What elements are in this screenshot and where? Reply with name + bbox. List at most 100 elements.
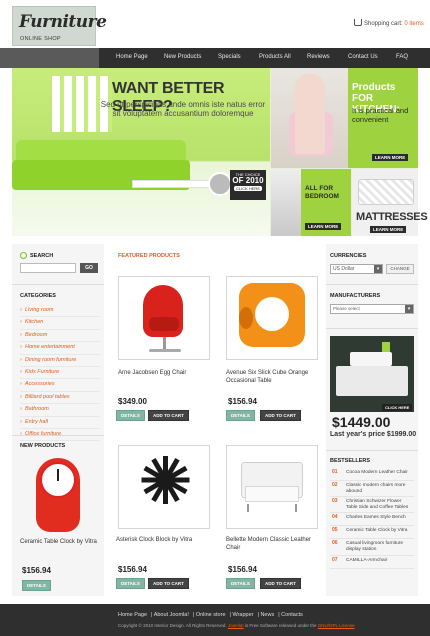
egg-chair-seat — [149, 317, 179, 331]
bestseller-name: Charles Eames Style Bench — [346, 515, 406, 521]
promo-pillow — [350, 352, 392, 366]
mattress-promo[interactable]: MATTRESSES LEARN MORE — [352, 169, 428, 236]
nav-specials[interactable]: Specials — [218, 54, 241, 60]
nav-products-all[interactable]: Products All — [259, 54, 291, 60]
product-details-button[interactable]: DETAILS — [226, 410, 255, 421]
bedroom-panel: ALL FOR BEDROOM LEARN MORE — [301, 169, 351, 236]
bestseller-item[interactable]: 07 CAMILLA-Armchair — [330, 556, 414, 569]
bestseller-name: Christian Schwizer Flower Table Side and… — [346, 499, 409, 510]
mattress-more-button[interactable]: LEARN MORE — [370, 226, 407, 233]
currencies-title: CURRENCIES — [330, 253, 367, 259]
choice-badge[interactable]: THE CHOICE OF 2010 CLICK HERE — [208, 170, 266, 200]
promo-click-button[interactable]: CLICK HERE — [382, 404, 413, 411]
footer-link[interactable]: Wrapper — [232, 612, 253, 618]
manufacturers-title: MANUFACTURERS — [330, 293, 381, 299]
product-price: $156.94 — [228, 397, 257, 406]
add-to-cart-button[interactable]: ADD TO CART — [148, 578, 189, 589]
category-item[interactable]: Living room — [20, 305, 100, 318]
bestseller-name: Cocoa Modern Leather Chair — [346, 470, 408, 475]
search-icon — [20, 252, 27, 259]
category-item[interactable]: Dining room furniture — [20, 355, 100, 368]
logo[interactable]: Furniture ONLINE SHOP — [12, 6, 107, 46]
product-image-asterisk-clock[interactable] — [118, 445, 210, 529]
product-name[interactable]: Avenue Six Slick Cube Orange Occasional … — [226, 369, 322, 385]
category-item[interactable]: Entry hall — [20, 417, 100, 430]
bestseller-item[interactable]: 04 Charles Eames Style Bench — [330, 513, 414, 527]
hero-main-image[interactable]: WANT BETTER SLEEP? Sed ut perspiciatis u… — [12, 68, 270, 236]
product-details-button[interactable]: DETAILS — [116, 410, 145, 421]
manufacturer-select[interactable]: Please select ▾ — [330, 304, 414, 314]
search-go-button[interactable]: GO — [80, 263, 98, 273]
left-sidebar: SEARCH GO CATEGORIES Living room Kitchen… — [12, 244, 104, 596]
new-product-details-button[interactable]: DETAILS — [22, 580, 51, 591]
footer-link[interactable]: News — [260, 612, 274, 618]
kitchen-more-button[interactable]: LEARN MORE — [372, 154, 409, 161]
bestseller-item[interactable]: 05 Ceramic Table Clock by Vitra — [330, 526, 414, 540]
new-product-name[interactable]: Ceramic Table Clock by Vitra — [20, 538, 104, 546]
manufacturer-selected: Please select — [333, 306, 360, 311]
featured-products: FEATURED PRODUCTS Arne Jacobsen Egg Chai… — [110, 244, 320, 596]
footer-link[interactable]: Home Page — [118, 612, 147, 618]
add-to-cart-button[interactable]: ADD TO CART — [260, 578, 301, 589]
search-title: SEARCH — [20, 252, 53, 259]
bestseller-number: 02 — [332, 482, 338, 488]
cart-count[interactable]: 0 items — [404, 21, 423, 27]
bestsellers-list: 01 Cocoa Modern Leather Chair 02 Classic m… — [330, 468, 414, 569]
nav-faq[interactable]: FAQ — [396, 54, 408, 60]
product-name[interactable]: Bellette Modern Classic Leather Chair — [226, 536, 322, 552]
search-input[interactable] — [20, 263, 76, 273]
header: Furniture ONLINE SHOP Shopping cart: 0 i… — [0, 0, 430, 48]
category-item[interactable]: Bedroom — [20, 330, 100, 343]
license-link[interactable]: GNU/GPL License — [318, 623, 355, 628]
category-item[interactable]: Home entertainment — [20, 342, 100, 355]
shopping-cart[interactable]: Shopping cart: 0 items — [354, 19, 424, 27]
bedroom-more-button[interactable]: LEARN MORE — [305, 223, 342, 230]
product-details-button[interactable]: DETAILS — [226, 578, 255, 589]
nav-contact[interactable]: Contact Us — [348, 54, 378, 60]
clock-hand — [57, 469, 59, 481]
footer-link[interactable]: Contacts — [281, 612, 303, 618]
promo-bed-image[interactable]: CLICK HERE — [330, 336, 414, 412]
new-product-image[interactable] — [22, 454, 92, 536]
category-item[interactable]: Kids Furniture — [20, 367, 100, 380]
footer-link[interactable]: Online store — [196, 612, 226, 618]
asterisk-clock-icon — [141, 456, 190, 504]
mattress-title: MATTRESSES — [356, 211, 428, 223]
bestseller-name: Classic modern chairs more abound — [346, 483, 406, 494]
main-nav: Home Page New Products Specials Products… — [0, 48, 430, 68]
promo-last-year: Last year's price $1999.00 — [330, 431, 417, 438]
nav-new-products[interactable]: New Products — [164, 54, 201, 60]
add-to-cart-button[interactable]: ADD TO CART — [148, 410, 189, 421]
bestseller-item[interactable]: 02 Classic modern chairs more abound — [330, 481, 414, 498]
product-image-cube-table[interactable] — [226, 276, 318, 360]
bestseller-item[interactable]: 03 Christian Schwizer Flower Table Side a… — [330, 497, 414, 514]
footer-link[interactable]: About Joomla! — [154, 612, 189, 618]
joomla-link[interactable]: Joomla! — [228, 623, 244, 628]
nav-home[interactable]: Home Page — [116, 54, 148, 60]
change-currency-button[interactable]: CHANGE — [386, 264, 414, 274]
cube-hole — [255, 297, 289, 331]
product-name[interactable]: Asterisk Clock Block by Vitra — [116, 536, 212, 544]
category-item[interactable]: Bathroom — [20, 404, 100, 417]
bestseller-item[interactable]: 01 Cocoa Modern Leather Chair — [330, 468, 414, 481]
product-image-egg-chair[interactable] — [118, 276, 210, 360]
nav-reviews[interactable]: Reviews — [307, 54, 330, 60]
product-image-leather-chair[interactable] — [226, 445, 318, 529]
add-to-cart-button[interactable]: ADD TO CART — [260, 410, 301, 421]
bestseller-item[interactable]: 06 Casual livingroom furniture display st… — [330, 539, 414, 556]
currency-selected: US Dollar — [333, 266, 355, 272]
category-item[interactable]: Accessories — [20, 379, 100, 392]
divider — [12, 284, 104, 285]
copyright-text: Copyright © 2010 Interior Design. All Ri… — [118, 623, 227, 628]
kitchen-promo[interactable]: Products FOR KITCHEN: It is practical an… — [271, 68, 418, 168]
kitchen-image — [271, 68, 348, 168]
currency-select[interactable]: US Dollar ▾ — [330, 264, 383, 274]
product-details-button[interactable]: DETAILS — [116, 578, 145, 589]
choice-line2: OF 2010 — [232, 176, 264, 185]
choice-button[interactable]: CLICK HERE — [234, 186, 262, 191]
bedroom-promo[interactable]: ALL FOR BEDROOM LEARN MORE — [271, 169, 351, 236]
category-item[interactable]: Kitchen — [20, 317, 100, 330]
category-item[interactable]: Billiard pool tables — [20, 392, 100, 405]
product-name[interactable]: Arne Jacobsen Egg Chair — [118, 369, 214, 377]
chevron-down-icon: ▾ — [374, 265, 382, 273]
